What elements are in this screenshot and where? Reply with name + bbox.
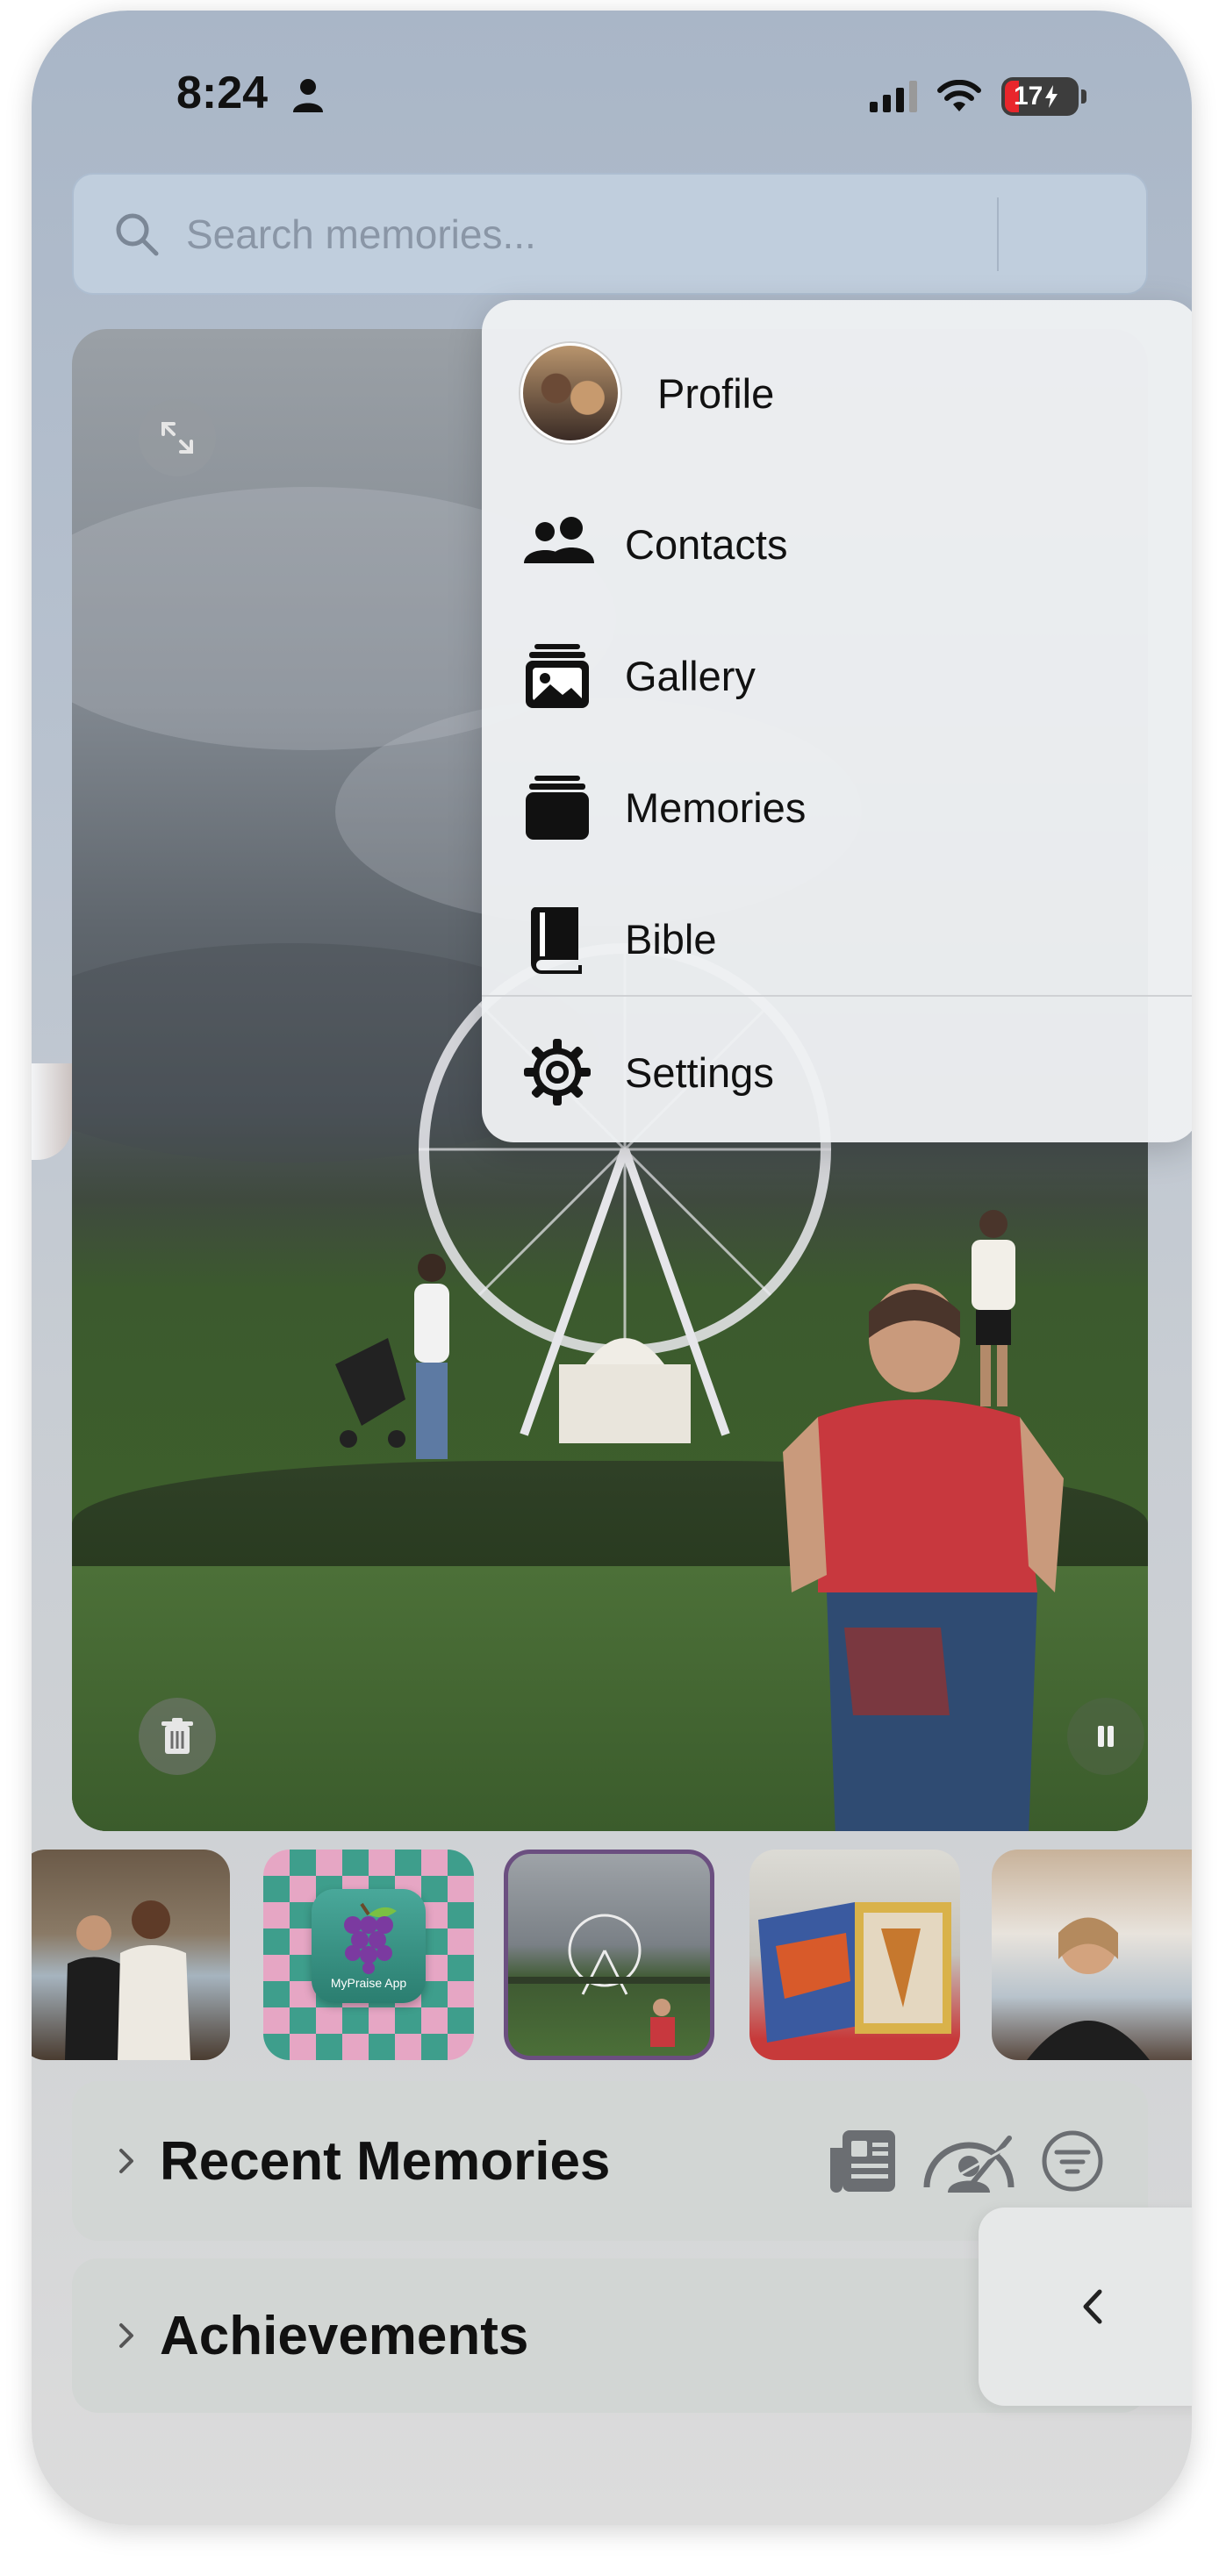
panel-actions xyxy=(827,2126,1104,2196)
status-indicators: 17 xyxy=(870,77,1086,116)
thumbnail-strip[interactable]: MyPraise App xyxy=(32,1850,1192,2060)
thumbnail-item[interactable] xyxy=(32,1850,230,2060)
menu-item-memories[interactable]: Memories xyxy=(482,746,1192,869)
menu-item-settings[interactable]: Settings xyxy=(482,1011,1192,1134)
recent-memories-title: Recent Memories xyxy=(160,2130,611,2192)
delete-button[interactable] xyxy=(139,1698,216,1775)
menu-item-label: Profile xyxy=(657,369,775,417)
expand-button[interactable] xyxy=(139,399,216,476)
newspaper-icon[interactable] xyxy=(827,2127,899,2195)
gauge-person-icon[interactable] xyxy=(921,2126,1018,2196)
menu-item-profile[interactable]: Profile xyxy=(482,332,1192,454)
gear-icon xyxy=(524,1039,591,1106)
thumbnail-item[interactable] xyxy=(992,1850,1192,2060)
battery-icon: 17 xyxy=(1001,77,1079,116)
chevron-right-icon xyxy=(119,2323,133,2348)
phone-screen: 8:24 17 Search memories... Profile Conta… xyxy=(32,11,1192,2525)
app-logo: MyPraise App xyxy=(312,1889,426,2003)
menu-item-label: Bible xyxy=(625,915,717,962)
menu-item-bible[interactable]: Bible xyxy=(482,877,1192,1000)
people-icon xyxy=(524,517,594,563)
thumbnail-item-selected[interactable] xyxy=(504,1850,714,2060)
profile-avatar xyxy=(520,343,620,443)
pause-icon xyxy=(1098,1726,1114,1747)
navigation-menu: Profile Contacts Gallery Memories Bible … xyxy=(482,300,1192,1142)
app-logo-label: MyPraise App xyxy=(330,1976,407,1990)
achievements-title: Achievements xyxy=(160,2305,529,2366)
search-icon xyxy=(116,213,159,255)
menu-item-label: Settings xyxy=(625,1048,774,1096)
search-divider xyxy=(997,197,999,271)
search-bar[interactable] xyxy=(72,173,1148,295)
expand-icon xyxy=(161,422,193,454)
status-time: 8:24 xyxy=(176,68,269,118)
thumbnail-ferris-wheel-image xyxy=(508,1914,710,2047)
stack-icon xyxy=(526,776,589,840)
person-with-stroller xyxy=(335,1254,449,1459)
book-icon xyxy=(530,907,582,974)
menu-item-contacts[interactable]: Contacts xyxy=(482,483,1192,605)
menu-item-label: Memories xyxy=(625,784,807,831)
charging-bolt-icon xyxy=(1045,85,1058,108)
thumbnail-item[interactable]: MyPraise App xyxy=(263,1850,474,2060)
filter-icon[interactable] xyxy=(1041,2129,1104,2193)
grapes-icon xyxy=(344,1902,397,1974)
pause-button[interactable] xyxy=(1067,1698,1144,1775)
background-card-edge xyxy=(32,1063,72,1160)
menu-divider xyxy=(482,995,1192,997)
menu-item-gallery[interactable]: Gallery xyxy=(482,614,1192,737)
thumbnail-item[interactable] xyxy=(749,1850,960,2060)
thumbnail-paintings-image xyxy=(758,1902,951,2043)
menu-item-label: Gallery xyxy=(625,652,756,699)
wifi-icon xyxy=(937,80,981,111)
person-icon xyxy=(293,79,323,112)
photo-stack-icon xyxy=(526,644,589,708)
thumbnail-couple-image xyxy=(65,1900,190,2060)
person-background xyxy=(972,1210,1015,1406)
chevron-right-icon xyxy=(119,2149,133,2173)
search-input[interactable] xyxy=(186,175,997,293)
menu-item-label: Contacts xyxy=(625,520,788,568)
chevron-left-icon xyxy=(1083,2289,1102,2324)
cellular-signal-icon xyxy=(870,81,917,112)
thumbnail-portrait-image xyxy=(1027,1917,1150,2060)
side-drawer-tab[interactable] xyxy=(979,2207,1192,2406)
trash-icon xyxy=(161,1718,193,1754)
battery-level: 17 xyxy=(1014,82,1043,111)
